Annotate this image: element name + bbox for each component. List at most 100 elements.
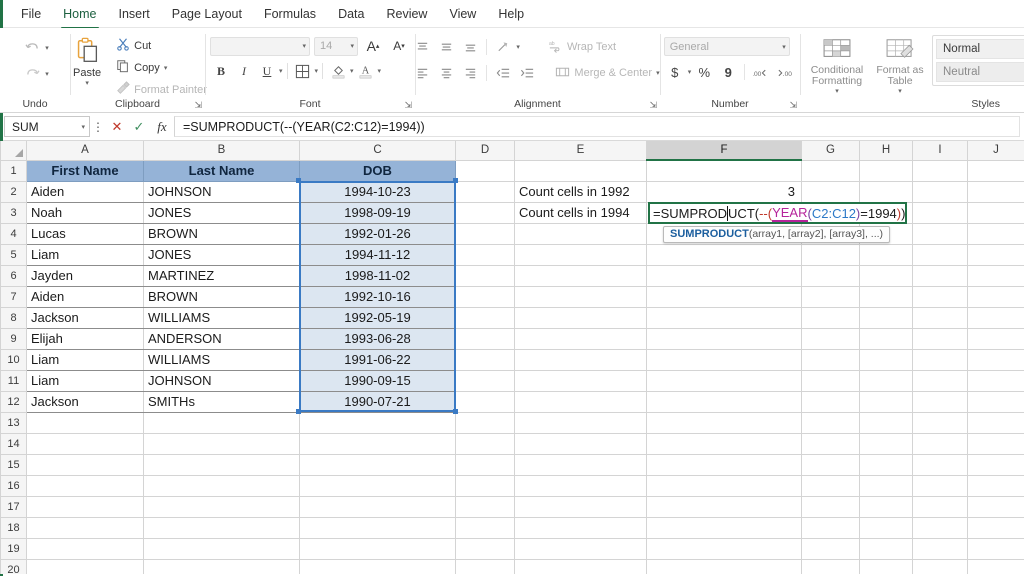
cell-a8[interactable]: Jackson	[26, 307, 144, 329]
cell-i18[interactable]	[912, 517, 968, 539]
cell-a6[interactable]: Jayden	[26, 265, 144, 287]
cell-g2[interactable]	[801, 181, 860, 203]
number-format-combo[interactable]: General ▾	[663, 37, 790, 56]
cell-c12[interactable]: 1990-07-21	[299, 391, 456, 413]
cell-j11[interactable]	[967, 370, 1024, 392]
cell-f9[interactable]	[646, 328, 802, 350]
cell-b1[interactable]: Last Name	[143, 159, 300, 182]
conditional-formatting-button[interactable]: Conditional Formatting ▾	[806, 35, 868, 95]
cell-j20[interactable]	[967, 559, 1024, 574]
cell-j1[interactable]	[967, 160, 1024, 182]
cell-i17[interactable]	[912, 496, 968, 518]
cell-d4[interactable]	[455, 223, 515, 245]
cell-f5[interactable]	[646, 244, 802, 266]
cell-g5[interactable]	[801, 244, 860, 266]
cell-h18[interactable]	[859, 517, 913, 539]
row-header-12[interactable]: 12	[0, 390, 27, 413]
cell-a2[interactable]: Aiden	[26, 181, 144, 203]
cell-d6[interactable]	[455, 265, 515, 287]
row-header-9[interactable]: 9	[0, 327, 27, 350]
cell-f15[interactable]	[646, 454, 802, 476]
row-header-1[interactable]: 1	[0, 159, 27, 182]
increase-decimal-icon[interactable]: .00	[750, 62, 772, 82]
cell-b17[interactable]	[143, 496, 300, 518]
cell-c20[interactable]	[299, 559, 456, 574]
cell-i11[interactable]	[912, 370, 968, 392]
grow-font-icon[interactable]: A ▴	[362, 36, 384, 56]
cell-d3[interactable]	[455, 202, 515, 224]
undo-arrow-icon[interactable]	[21, 38, 43, 58]
row-header-3[interactable]: 3	[0, 201, 27, 224]
cell-g12[interactable]	[801, 391, 860, 413]
cell-d9[interactable]	[455, 328, 515, 350]
cell-c9[interactable]: 1993-06-28	[299, 328, 456, 350]
cell-e1[interactable]	[514, 160, 647, 182]
cell-b10[interactable]: WILLIAMS	[143, 349, 300, 371]
row-header-17[interactable]: 17	[0, 495, 27, 518]
cell-f12[interactable]	[646, 391, 802, 413]
cell-g14[interactable]	[801, 433, 860, 455]
underline-button[interactable]: U	[256, 61, 278, 81]
cell-h19[interactable]	[859, 538, 913, 560]
row-header-13[interactable]: 13	[0, 411, 27, 434]
cell-e12[interactable]	[514, 391, 647, 413]
column-header-h[interactable]: H	[859, 141, 913, 161]
active-cell-editor[interactable]: =SUMPROD UCT(--(YEAR(C2:C12) =1994))	[648, 202, 908, 224]
name-box[interactable]: SUM ▾	[4, 116, 90, 137]
cell-e7[interactable]	[514, 286, 647, 308]
cell-g9[interactable]	[801, 328, 860, 350]
cell-a18[interactable]	[26, 517, 144, 539]
cell-c1[interactable]: DOB	[299, 159, 456, 182]
cell-j6[interactable]	[967, 265, 1024, 287]
tab-insert[interactable]: Insert	[108, 2, 161, 26]
cell-d2[interactable]	[455, 181, 515, 203]
cell-g18[interactable]	[801, 517, 860, 539]
row-header-18[interactable]: 18	[0, 516, 27, 539]
cell-b19[interactable]	[143, 538, 300, 560]
cell-i2[interactable]	[912, 181, 968, 203]
cell-a4[interactable]: Lucas	[26, 223, 144, 245]
tab-page-layout[interactable]: Page Layout	[161, 2, 253, 26]
cell-c17[interactable]	[299, 496, 456, 518]
cell-b11[interactable]: JOHNSON	[143, 370, 300, 392]
cell-c4[interactable]: 1992-01-26	[299, 223, 456, 245]
cell-d20[interactable]	[455, 559, 515, 574]
tab-data[interactable]: Data	[327, 2, 375, 26]
cell-h9[interactable]	[859, 328, 913, 350]
cell-c14[interactable]	[299, 433, 456, 455]
cell-e19[interactable]	[514, 538, 647, 560]
merge-center-button[interactable]: Merge & Center ▾	[551, 64, 663, 83]
cell-a16[interactable]	[26, 475, 144, 497]
underline-caret-icon[interactable]: ▾	[279, 67, 283, 75]
cell-g19[interactable]	[801, 538, 860, 560]
cell-j10[interactable]	[967, 349, 1024, 371]
column-header-i[interactable]: I	[912, 141, 968, 161]
tab-review[interactable]: Review	[375, 2, 438, 26]
font-color-icon[interactable]: A	[355, 61, 377, 81]
cell-f13[interactable]	[646, 412, 802, 434]
comma-format-button[interactable]: 9	[717, 62, 739, 82]
cell-j17[interactable]	[967, 496, 1024, 518]
cell-a15[interactable]	[26, 454, 144, 476]
cell-h2[interactable]	[859, 181, 913, 203]
row-header-11[interactable]: 11	[0, 369, 27, 392]
confirm-check-icon[interactable]: ✓	[128, 119, 150, 135]
cell-i14[interactable]	[912, 433, 968, 455]
row-header-8[interactable]: 8	[0, 306, 27, 329]
cell-e11[interactable]	[514, 370, 647, 392]
row-header-20[interactable]: 20	[0, 558, 27, 574]
align-middle-icon[interactable]	[435, 37, 457, 57]
cell-e20[interactable]	[514, 559, 647, 574]
cell-g10[interactable]	[801, 349, 860, 371]
cell-j13[interactable]	[967, 412, 1024, 434]
cell-j3[interactable]	[967, 202, 1024, 224]
cell-f14[interactable]	[646, 433, 802, 455]
cell-h20[interactable]	[859, 559, 913, 574]
cell-h5[interactable]	[859, 244, 913, 266]
align-center-icon[interactable]	[435, 63, 457, 83]
cell-h11[interactable]	[859, 370, 913, 392]
cell-g16[interactable]	[801, 475, 860, 497]
cell-c10[interactable]: 1991-06-22	[299, 349, 456, 371]
cell-j19[interactable]	[967, 538, 1024, 560]
cell-h8[interactable]	[859, 307, 913, 329]
